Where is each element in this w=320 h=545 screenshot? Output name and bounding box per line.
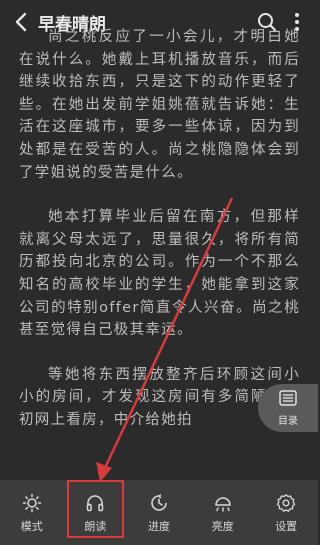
tab-brightness[interactable]: 亮度 bbox=[191, 480, 255, 545]
progress-clock-icon bbox=[148, 492, 170, 514]
paragraph: 她本打算毕业后留在南方，但那样就离父母太远了，思量很久，将所有简历都投向北京的公… bbox=[19, 209, 300, 339]
tab-read-aloud[interactable]: 朗读 bbox=[64, 480, 128, 545]
bottom-toolbar: 模式 朗读 进度 亮度 设置 bbox=[0, 480, 318, 545]
sun-mode-icon bbox=[21, 492, 43, 514]
tab-label: 朗读 bbox=[84, 519, 107, 533]
gear-icon bbox=[275, 492, 297, 514]
tab-mode[interactable]: 模式 bbox=[0, 480, 64, 545]
tab-label: 进度 bbox=[147, 519, 170, 533]
tab-progress[interactable]: 进度 bbox=[127, 480, 191, 545]
list-icon bbox=[279, 389, 297, 410]
toc-label: 目录 bbox=[278, 415, 298, 427]
brightness-icon bbox=[212, 492, 234, 514]
paragraph: 尚之桃反应了一小会儿，才明白她在说什么。她戴上耳机播放音乐，而后继续收拾东西，只… bbox=[19, 29, 300, 181]
tab-label: 亮度 bbox=[211, 519, 234, 533]
tab-label: 设置 bbox=[275, 519, 298, 533]
table-of-contents-button[interactable]: 目录 bbox=[258, 384, 318, 432]
paragraph: 等她将东西摆放整齐后环顾这间小小的房间，才发现这房间有多简陋。当初网上看房，中介… bbox=[19, 366, 300, 428]
headphones-icon bbox=[84, 492, 106, 514]
tab-settings[interactable]: 设置 bbox=[254, 480, 318, 545]
tab-label: 模式 bbox=[20, 519, 43, 533]
